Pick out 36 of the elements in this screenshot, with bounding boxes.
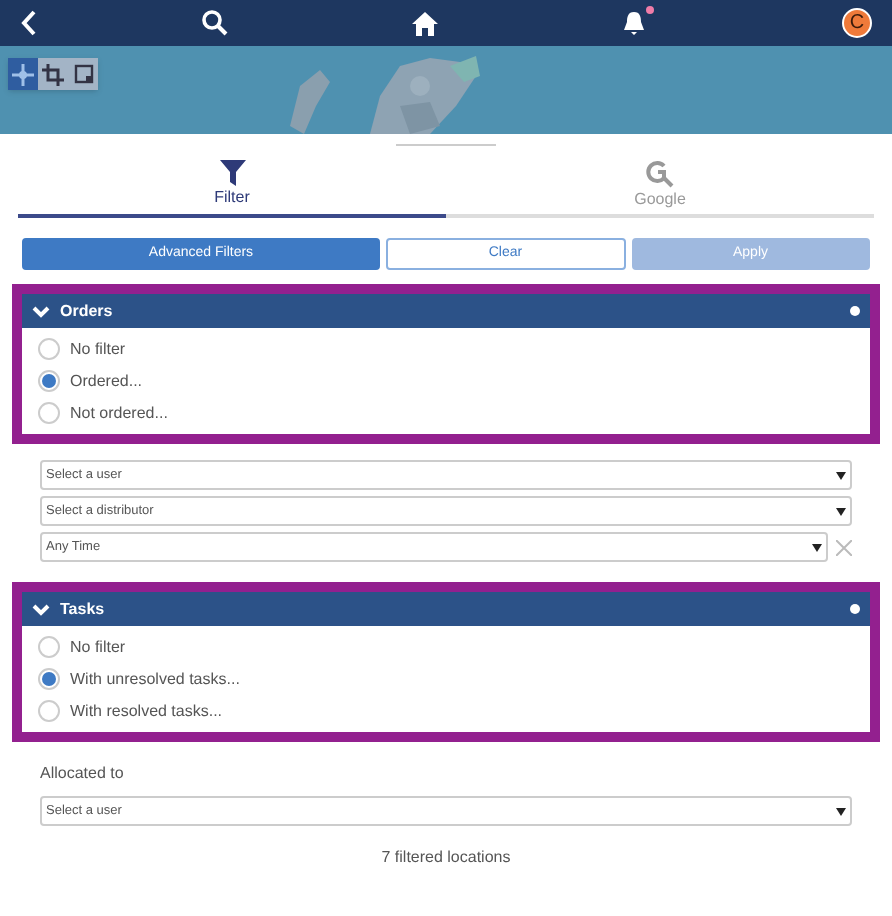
radio-option[interactable]: No filter bbox=[38, 336, 870, 362]
crop-icon bbox=[42, 63, 64, 85]
square-icon bbox=[73, 64, 93, 84]
radio-option[interactable]: Ordered... bbox=[38, 368, 870, 394]
back-icon[interactable] bbox=[20, 10, 38, 36]
home-icon[interactable] bbox=[412, 11, 438, 35]
dropdown-arrow-icon bbox=[836, 807, 846, 815]
section-header[interactable]: Tasks bbox=[22, 592, 870, 626]
radio-button[interactable] bbox=[38, 700, 60, 722]
map-tool-button[interactable] bbox=[8, 58, 38, 90]
map-tool-button[interactable] bbox=[38, 58, 68, 90]
chevron-icon bbox=[32, 305, 50, 317]
radio-button[interactable] bbox=[38, 338, 60, 360]
field-label: Allocated to bbox=[40, 762, 126, 786]
map-tool-button[interactable] bbox=[68, 58, 98, 90]
dropdown-arrow-icon bbox=[836, 471, 846, 479]
move-icon bbox=[12, 63, 34, 85]
radio-button[interactable] bbox=[38, 370, 60, 392]
radio-option[interactable]: No filter bbox=[38, 634, 870, 660]
dropdown-arrow-icon bbox=[836, 507, 846, 515]
section-header[interactable]: Orders bbox=[22, 294, 870, 328]
radio-button[interactable] bbox=[38, 668, 60, 690]
search-icon[interactable] bbox=[202, 10, 228, 36]
bell-icon bbox=[622, 10, 646, 36]
chevron-icon bbox=[32, 603, 50, 615]
funnel-icon bbox=[219, 160, 245, 186]
magnifier-icon bbox=[646, 160, 674, 188]
radio-option[interactable]: Not ordered... bbox=[38, 400, 870, 426]
radio-option[interactable]: With resolved tasks... bbox=[38, 698, 870, 724]
tab[interactable]: Filter bbox=[18, 158, 446, 218]
radio-button[interactable] bbox=[38, 636, 60, 658]
radio-option[interactable]: With unresolved tasks... bbox=[38, 666, 870, 692]
dropdown-arrow-icon bbox=[812, 543, 822, 551]
avatar[interactable]: C bbox=[842, 8, 872, 38]
result-count: 7 filtered locations bbox=[379, 846, 513, 870]
radio-button[interactable] bbox=[38, 402, 60, 424]
